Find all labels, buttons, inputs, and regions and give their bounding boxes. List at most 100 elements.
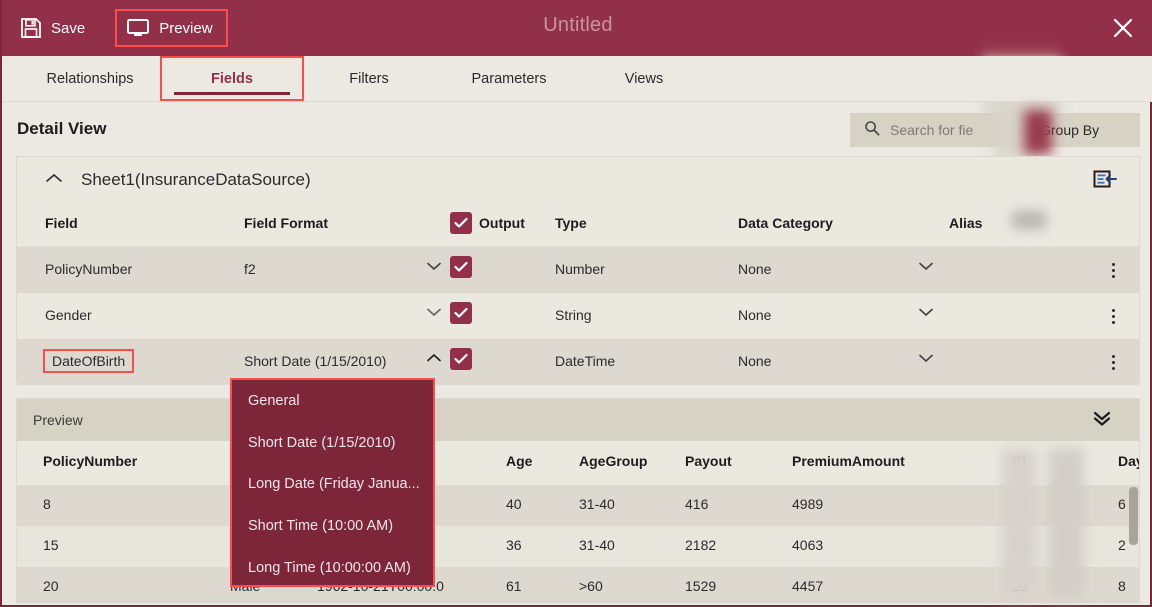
tab-views[interactable]: Views	[584, 56, 704, 101]
cell-age: 36	[506, 537, 522, 553]
row-menu-button[interactable]	[1103, 349, 1123, 370]
preview-column-header: PolicyNumber Gender DateOfBirth Age AgeG…	[17, 441, 1140, 485]
column-header-field: Field	[45, 215, 78, 231]
fields-column-header: Field Field Format Output Type Data Cate…	[17, 203, 1139, 247]
cell-days: 8	[1118, 578, 1126, 594]
tab-label: Views	[625, 71, 663, 87]
table-row[interactable]: PolicyNumber f2 Number None	[17, 247, 1139, 293]
output-checkbox[interactable]	[450, 256, 472, 278]
row-menu-button[interactable]	[1103, 303, 1123, 324]
field-format-dropdown[interactable]: General Short Date (1/15/2010) Long Date…	[230, 378, 435, 587]
preview-header: Preview	[17, 399, 1139, 441]
dropdown-item-short-date[interactable]: Short Date (1/15/2010)	[232, 422, 433, 464]
dropdown-item-long-date[interactable]: Long Date (Friday Janua...	[232, 464, 433, 506]
cell-field-format: f2	[244, 261, 256, 277]
column-header-premiumamount: PremiumAmount	[792, 453, 905, 469]
chevron-up-icon[interactable]	[45, 171, 63, 189]
search-input[interactable]: Search for fie	[850, 113, 1002, 147]
cell-type: String	[555, 307, 592, 323]
table-row[interactable]: Gender String None	[17, 293, 1139, 339]
cell-agegroup: 31-40	[579, 537, 615, 553]
cell-policynumber: 15	[43, 537, 59, 553]
column-header-payout: Payout	[685, 453, 732, 469]
cell-policynumber: 20	[43, 578, 59, 594]
window-title: Untitled	[2, 14, 1152, 37]
chevron-down-icon[interactable]	[425, 259, 443, 275]
title-bar: Save Preview Untitled	[2, 0, 1152, 56]
cell-days: 6	[1118, 496, 1126, 512]
dropdown-item-long-time[interactable]: Long Time (10:00:00 AM)	[232, 547, 433, 589]
blurred-region	[1002, 448, 1036, 598]
column-header-days: Days	[1118, 453, 1140, 469]
detail-view-header: Detail View Search for fie Group By	[2, 102, 1152, 156]
preview-row: 15 Male 36 31-40 2182 4063 20 2	[17, 526, 1140, 567]
data-source-designer-window: Save Preview Untitled Relationships Fiel…	[0, 0, 1152, 607]
blurred-region	[1012, 211, 1046, 229]
output-select-all-checkbox[interactable]	[450, 212, 472, 234]
tab-fields[interactable]: Fields	[160, 56, 304, 101]
dropdown-item-general[interactable]: General	[232, 380, 433, 422]
tab-parameters[interactable]: Parameters	[434, 56, 584, 101]
tab-label: Fields	[211, 71, 253, 87]
chevron-down-icon[interactable]	[425, 305, 443, 321]
cell-data-category: None	[738, 261, 771, 277]
output-checkbox[interactable]	[450, 302, 472, 324]
sheet-name: Sheet1(InsuranceDataSource)	[81, 170, 311, 190]
chevron-up-icon[interactable]	[425, 351, 443, 367]
tab-label: Filters	[349, 71, 388, 87]
cell-field: Gender	[45, 307, 92, 323]
cell-field-format[interactable]: Short Date (1/15/2010)	[244, 353, 386, 369]
column-header-age: Age	[506, 453, 532, 469]
cell-agegroup: >60	[579, 578, 603, 594]
cell-premiumamount: 4063	[792, 537, 823, 553]
preview-row: 8 Female 40 31-40 416 4989 20 6	[17, 485, 1140, 526]
column-header-data-category: Data Category	[738, 215, 833, 231]
preview-row: 20 Male 1962-10-21T00:00:0 61 >60 1529 4…	[17, 567, 1140, 603]
column-header-policynumber: PolicyNumber	[43, 453, 137, 469]
blurred-region	[1048, 448, 1084, 598]
preview-scrollbar-thumb[interactable]	[1129, 487, 1138, 545]
cell-days: 2	[1118, 537, 1126, 553]
search-icon	[864, 120, 880, 141]
cell-payout: 2182	[685, 537, 716, 553]
search-placeholder: Search for fie	[890, 122, 973, 138]
preview-panel: Preview PolicyNumber Gender DateOfBirth …	[16, 398, 1140, 603]
cell-payout: 1529	[685, 578, 716, 594]
cell-age: 40	[506, 496, 522, 512]
output-checkbox[interactable]	[450, 348, 472, 370]
column-header-output: Output	[479, 215, 525, 231]
tab-filters[interactable]: Filters	[304, 56, 434, 101]
close-icon[interactable]	[1106, 11, 1140, 45]
sheet-header[interactable]: Sheet1(InsuranceDataSource)	[17, 157, 1139, 203]
chevron-down-icon[interactable]	[917, 305, 935, 321]
cell-agegroup: 31-40	[579, 496, 615, 512]
fields-panel: Sheet1(InsuranceDataSource) Field Field …	[16, 156, 1140, 382]
tab-bar: Relationships Fields Filters Parameters …	[2, 56, 1152, 102]
blurred-region	[1024, 110, 1052, 154]
tab-label: Parameters	[472, 71, 547, 87]
column-header-agegroup: AgeGroup	[579, 453, 647, 469]
chevron-down-icon[interactable]	[917, 259, 935, 275]
chevron-double-down-icon[interactable]	[1091, 409, 1113, 432]
cell-field[interactable]: DateOfBirth	[43, 349, 134, 373]
preview-table: PolicyNumber Gender DateOfBirth Age AgeG…	[17, 441, 1140, 603]
dropdown-item-short-time[interactable]: Short Time (10:00 AM)	[232, 505, 433, 547]
cell-premiumamount: 4989	[792, 496, 823, 512]
cell-premiumamount: 4457	[792, 578, 823, 594]
cell-type: Number	[555, 261, 605, 277]
preview-label: Preview	[33, 412, 83, 428]
column-header-type: Type	[555, 215, 587, 231]
import-fields-icon[interactable]	[1093, 169, 1117, 196]
column-header-field-format: Field Format	[244, 215, 328, 231]
chevron-down-icon[interactable]	[917, 351, 935, 367]
cell-data-category: None	[738, 307, 771, 323]
cell-field: PolicyNumber	[45, 261, 132, 277]
cell-data-category: None	[738, 353, 771, 369]
table-row[interactable]: DateOfBirth Short Date (1/15/2010) DateT…	[17, 339, 1139, 385]
cell-age: 61	[506, 578, 522, 594]
column-header-alias: Alias	[949, 215, 982, 231]
row-menu-button[interactable]	[1103, 257, 1123, 278]
tab-label: Relationships	[46, 71, 133, 87]
tab-relationships[interactable]: Relationships	[20, 56, 160, 101]
cell-policynumber: 8	[43, 496, 51, 512]
